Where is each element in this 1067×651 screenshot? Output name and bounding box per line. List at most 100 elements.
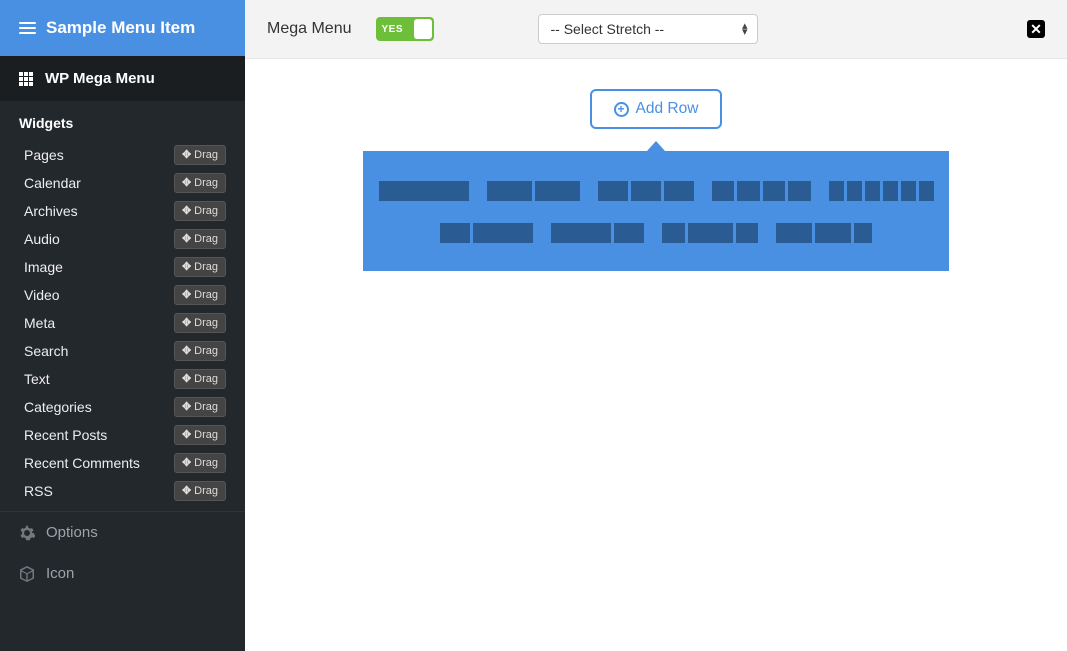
close-button[interactable]: ✕ [1027,20,1045,38]
drag-label: Drag [194,345,218,357]
widget-item: Search ✥Drag [0,337,245,365]
widget-item: Recent Comments ✥Drag [0,449,245,477]
widget-label: Pages [24,147,64,163]
dropdown-pointer-icon [647,141,665,151]
widget-label: Calendar [24,175,81,191]
hamburger-icon [19,22,36,34]
widget-label: Recent Posts [24,427,107,443]
layout-option[interactable] [487,181,580,201]
widget-item: Calendar ✥Drag [0,169,245,197]
drag-button[interactable]: ✥Drag [174,425,226,445]
gear-icon [19,525,35,541]
widget-label: Video [24,287,60,303]
move-icon: ✥ [182,234,191,245]
stretch-select-wrap: -- Select Stretch -- ▴▾ [538,14,758,44]
drag-button[interactable]: ✥Drag [174,481,226,501]
drag-button[interactable]: ✥Drag [174,313,226,333]
layout-option[interactable] [440,223,533,243]
move-icon: ✥ [182,346,191,357]
widget-label: Archives [24,203,78,219]
drag-label: Drag [194,457,218,469]
move-icon: ✥ [182,178,191,189]
layout-option[interactable] [598,181,694,201]
drag-label: Drag [194,261,218,273]
move-icon: ✥ [182,402,191,413]
mega-menu-title: WP Mega Menu [45,70,155,87]
widget-label: Audio [24,231,60,247]
drag-label: Drag [194,373,218,385]
options-label: Options [46,524,98,541]
drag-label: Drag [194,233,218,245]
move-icon: ✥ [182,150,191,161]
move-icon: ✥ [182,458,191,469]
sidebar-header[interactable]: Sample Menu Item [0,0,245,56]
add-row-label: Add Row [636,100,699,118]
cube-icon [19,566,35,582]
widget-item: Video ✥Drag [0,281,245,309]
drag-button[interactable]: ✥Drag [174,341,226,361]
layout-option[interactable] [712,181,811,201]
menu-item-title: Sample Menu Item [46,18,195,38]
sidebar-tab-mega-menu[interactable]: WP Mega Menu [0,56,245,101]
widget-item: RSS ✥Drag [0,477,245,505]
drag-button[interactable]: ✥Drag [174,145,226,165]
widget-item: Pages ✥Drag [0,141,245,169]
toggle-knob [414,19,432,39]
widget-item: Image ✥Drag [0,253,245,281]
main-panel: Mega Menu YES -- Select Stretch -- ▴▾ ✕ … [245,0,1067,651]
drag-button[interactable]: ✥Drag [174,285,226,305]
widget-list: Pages✥DragCalendar✥DragArchives✥DragAudi… [0,141,245,505]
move-icon: ✥ [182,206,191,217]
widget-label: RSS [24,483,53,499]
add-row-button[interactable]: + Add Row [590,89,723,129]
move-icon: ✥ [182,430,191,441]
move-icon: ✥ [182,318,191,329]
layout-row [389,181,923,201]
widget-item: Meta ✥Drag [0,309,245,337]
layout-option[interactable] [776,223,872,243]
drag-label: Drag [194,429,218,441]
app-window: Sample Menu Item WP Mega Menu Widgets Pa… [0,0,1067,651]
widgets-heading: Widgets [0,101,245,141]
widget-item: Categories ✥Drag [0,393,245,421]
widget-label: Search [24,343,68,359]
drag-button[interactable]: ✥Drag [174,397,226,417]
icon-label: Icon [46,565,74,582]
drag-label: Drag [194,289,218,301]
widget-label: Image [24,259,63,275]
drag-button[interactable]: ✥Drag [174,257,226,277]
close-icon: ✕ [1030,21,1042,38]
layout-option[interactable] [662,223,758,243]
builder-canvas: + Add Row [245,59,1067,651]
drag-label: Drag [194,177,218,189]
layout-option[interactable] [551,223,644,243]
drag-button[interactable]: ✥Drag [174,369,226,389]
mega-menu-label: Mega Menu [267,20,352,38]
mega-menu-toggle[interactable]: YES [376,17,434,41]
drag-button[interactable]: ✥Drag [174,201,226,221]
widget-label: Meta [24,315,55,331]
drag-label: Drag [194,485,218,497]
sidebar: Sample Menu Item WP Mega Menu Widgets Pa… [0,0,245,651]
widget-label: Categories [24,399,92,415]
widget-item: Text ✥Drag [0,365,245,393]
move-icon: ✥ [182,374,191,385]
drag-label: Drag [194,149,218,161]
layout-option[interactable] [379,181,469,201]
stretch-select[interactable]: -- Select Stretch -- [538,14,758,44]
layout-option[interactable] [829,181,934,201]
layout-row [389,223,923,243]
layout-picker [363,151,949,271]
drag-button[interactable]: ✥Drag [174,453,226,473]
sidebar-item-options[interactable]: Options [0,512,245,553]
widget-item: Recent Posts ✥Drag [0,421,245,449]
sidebar-item-icon[interactable]: Icon [0,553,245,594]
move-icon: ✥ [182,262,191,273]
widget-label: Recent Comments [24,455,140,471]
drag-button[interactable]: ✥Drag [174,173,226,193]
plus-circle-icon: + [614,102,629,117]
widget-label: Text [24,371,50,387]
drag-button[interactable]: ✥Drag [174,229,226,249]
drag-label: Drag [194,205,218,217]
toggle-on-text: YES [382,24,404,35]
